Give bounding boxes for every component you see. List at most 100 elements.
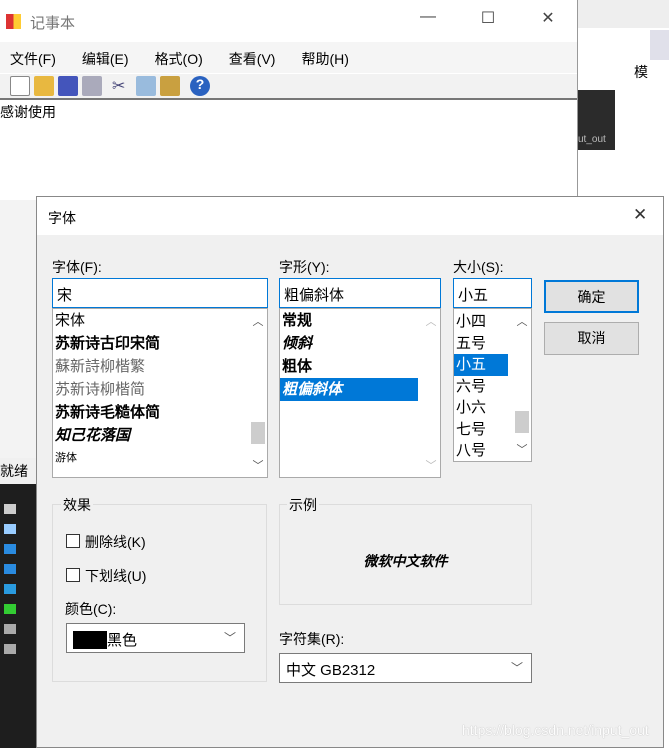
style-list[interactable]: 常规 倾斜 粗体 粗偏斜体 ︿ ﹀ xyxy=(279,308,441,478)
menu-help[interactable]: 帮助(H) xyxy=(301,42,348,73)
notepad-window: 记事本 — ☐ ✕ 文件(F) 编辑(E) 格式(O) 查看(V) 帮助(H) … xyxy=(0,0,578,200)
color-select[interactable]: 黑色 ﹀ xyxy=(66,623,245,653)
font-list[interactable]: 宋体 苏新诗古印宋简 蘇新詩柳楷繁 苏新诗柳楷简 苏新诗毛糙体简 知己花落国 游… xyxy=(52,308,268,478)
font-list-item[interactable]: 苏新诗毛糙体简 xyxy=(53,401,267,424)
music-icon xyxy=(4,564,16,574)
effects-label: 效果 xyxy=(61,495,93,515)
strikeout-label: 删除线(K) xyxy=(85,534,146,550)
cancel-button[interactable]: 取消 xyxy=(544,322,639,355)
style-list-scrollbar[interactable]: ︿ ﹀ xyxy=(422,309,440,477)
charset-select[interactable]: 中文 GB2312 ﹀ xyxy=(279,653,532,683)
sample-label: 示例 xyxy=(287,495,319,515)
charset-value: 中文 GB2312 xyxy=(286,662,376,679)
size-label: 大小(S): xyxy=(453,259,504,275)
scroll-up-icon[interactable]: ︿ xyxy=(422,313,440,329)
toolbar: ✂ ? xyxy=(0,74,577,100)
size-list-item[interactable]: 七号 xyxy=(454,419,508,441)
charset-label: 字符集(R): xyxy=(279,631,345,647)
paste-icon[interactable] xyxy=(160,76,180,96)
watermark: https://blog.csdn.net/input_out xyxy=(462,722,649,738)
style-list-item[interactable]: 粗体 xyxy=(280,355,418,378)
ok-button[interactable]: 确定 xyxy=(544,280,639,313)
window-title: 记事本 xyxy=(30,15,76,32)
effects-group xyxy=(52,504,267,682)
app-icon-green xyxy=(4,604,16,614)
size-list-item[interactable]: 八号 xyxy=(454,440,508,461)
scroll-down-icon[interactable]: ﹀ xyxy=(249,457,267,473)
font-dialog: 字体 ✕ 字体(F): 宋 宋体 苏新诗古印宋简 蘇新詩柳楷繁 苏新诗柳楷简 苏… xyxy=(36,196,664,748)
font-list-item[interactable]: 知己花落国 xyxy=(53,424,267,447)
documents-icon xyxy=(4,524,16,534)
size-list-scrollbar[interactable]: ︿ ﹀ xyxy=(513,309,531,461)
menu-edit[interactable]: 编辑(E) xyxy=(82,42,129,73)
dialog-title-bar: 字体 ✕ xyxy=(37,197,663,235)
background-dark-panel: ut_out xyxy=(578,90,615,150)
cut-icon[interactable]: ✂ xyxy=(112,76,132,96)
title-bar: 记事本 — ☐ ✕ xyxy=(0,0,577,42)
size-list-item-selected[interactable]: 小五 xyxy=(454,354,508,376)
font-list-item[interactable]: 苏新诗古印宋简 xyxy=(53,332,267,355)
font-input[interactable]: 宋 xyxy=(52,278,268,308)
color-label: 颜色(C): xyxy=(65,601,117,617)
size-list-item[interactable]: 五号 xyxy=(454,333,508,355)
underline-label: 下划线(U) xyxy=(85,568,147,584)
help-icon[interactable]: ? xyxy=(190,76,210,96)
background-label: 模 xyxy=(634,64,648,80)
font-list-scrollbar[interactable]: ︿ ﹀ xyxy=(249,309,267,477)
style-label: 字形(Y): xyxy=(279,259,330,275)
font-list-item[interactable]: 蘇新詩柳楷繁 xyxy=(53,355,267,378)
desktop-icon xyxy=(4,584,16,594)
close-button[interactable]: ✕ xyxy=(528,8,568,34)
menu-format[interactable]: 格式(O) xyxy=(155,42,203,73)
new-file-icon[interactable] xyxy=(10,76,30,96)
style-input[interactable]: 粗偏斜体 xyxy=(279,278,441,308)
scroll-up-icon[interactable]: ︿ xyxy=(513,313,531,329)
pictures-icon xyxy=(4,504,16,514)
maximize-button[interactable]: ☐ xyxy=(468,8,508,34)
font-label: 字体(F): xyxy=(52,259,102,275)
status-bar: 就绪 xyxy=(0,458,36,484)
menu-file[interactable]: 文件(F) xyxy=(10,42,56,73)
size-list-item[interactable]: 小四 xyxy=(454,311,508,333)
strikeout-checkbox[interactable] xyxy=(66,534,80,548)
size-input[interactable]: 小五 xyxy=(453,278,532,308)
size-list[interactable]: 小四 五号 小五 六号 小六 七号 八号 ︿ ﹀ xyxy=(453,308,532,462)
drive-icon xyxy=(4,644,16,654)
visual-studio-icon xyxy=(650,30,669,60)
explorer-sidebar xyxy=(0,458,36,748)
dialog-close-button[interactable]: ✕ xyxy=(633,205,647,225)
chevron-down-icon: ﹀ xyxy=(510,661,523,675)
open-folder-icon[interactable] xyxy=(34,76,54,96)
color-value: 黑色 xyxy=(107,632,138,649)
font-list-item[interactable]: 宋体 xyxy=(53,309,267,332)
scroll-up-icon[interactable]: ︿ xyxy=(249,313,267,329)
drive-icon xyxy=(4,624,16,634)
sample-text: 微软中文软件 xyxy=(363,553,448,569)
underline-checkbox[interactable] xyxy=(66,568,80,582)
scroll-down-icon[interactable]: ﹀ xyxy=(513,441,531,457)
background-dark-text: ut_out xyxy=(578,134,606,145)
style-list-item-selected[interactable]: 粗偏斜体 xyxy=(280,378,418,401)
menu-bar: 文件(F) 编辑(E) 格式(O) 查看(V) 帮助(H) xyxy=(0,42,577,73)
size-list-item[interactable]: 六号 xyxy=(454,376,508,398)
scroll-thumb[interactable] xyxy=(515,411,529,433)
minimize-button[interactable]: — xyxy=(408,8,448,34)
size-list-item[interactable]: 小六 xyxy=(454,397,508,419)
style-list-item[interactable]: 倾斜 xyxy=(280,332,418,355)
color-swatch xyxy=(73,630,107,649)
chevron-down-icon: ﹀ xyxy=(223,631,236,645)
font-list-item[interactable]: 游体 xyxy=(53,447,267,470)
app-icon xyxy=(6,14,21,29)
copy-icon[interactable] xyxy=(136,76,156,96)
sample-group: 微软中文软件 xyxy=(279,504,532,605)
style-list-item[interactable]: 常规 xyxy=(280,309,418,332)
scroll-down-icon[interactable]: ﹀ xyxy=(422,457,440,473)
font-list-item[interactable]: 苏新诗柳楷简 xyxy=(53,378,267,401)
downloads-icon xyxy=(4,544,16,554)
save-icon[interactable] xyxy=(58,76,78,96)
menu-view[interactable]: 查看(V) xyxy=(229,42,276,73)
text-editor[interactable]: 感谢使用 xyxy=(0,102,56,122)
scroll-thumb[interactable] xyxy=(251,422,265,444)
dialog-title: 字体 xyxy=(48,210,76,226)
print-icon[interactable] xyxy=(82,76,102,96)
